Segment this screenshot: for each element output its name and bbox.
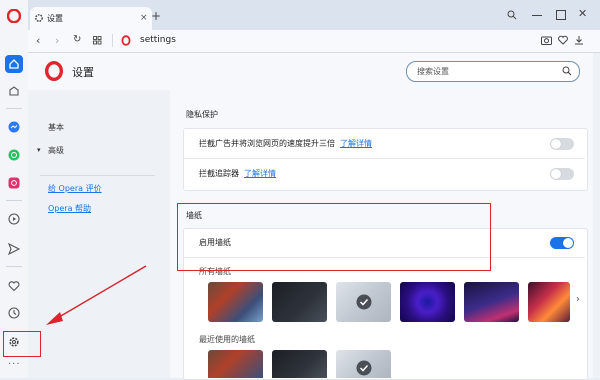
privacy-card (183, 128, 588, 191)
whatsapp-icon (8, 149, 20, 161)
send-icon (8, 243, 20, 255)
address-toolbar: ‹ › ↻ settings (28, 30, 600, 53)
row-divider (184, 158, 585, 159)
chevron-down-icon[interactable]: ▾ (37, 147, 41, 154)
clock-icon (8, 307, 20, 319)
nav-divider (40, 175, 155, 176)
whatsapp-button[interactable] (5, 146, 23, 164)
instagram-icon (8, 177, 20, 189)
reload-button[interactable]: ↻ (73, 35, 81, 45)
next-wallpapers-icon[interactable]: › (576, 295, 580, 305)
player-button[interactable] (5, 210, 23, 228)
search-tabs-icon[interactable] (507, 10, 517, 20)
wallpaper-thumbnail[interactable] (464, 282, 519, 322)
opera-page-icon (121, 35, 131, 46)
nav-item-advanced[interactable]: 高级 (48, 147, 64, 155)
annotation-highlight-box (177, 203, 491, 271)
wallpaper-thumbnail[interactable] (272, 282, 327, 322)
annotation-arrow-icon (46, 265, 147, 325)
opera-help-link[interactable]: Opera 帮助 (48, 205, 91, 213)
recent-wallpaper-thumbnail[interactable] (272, 350, 327, 378)
block-ads-toggle[interactable] (550, 138, 574, 150)
forward-button[interactable]: › (55, 35, 59, 46)
recent-wallpapers-label: 最近使用的墙纸 (199, 335, 255, 344)
block-trackers-toggle[interactable] (550, 168, 574, 180)
search-input[interactable]: 搜索设置 (406, 61, 580, 82)
close-window-button[interactable]: ✕ (578, 8, 587, 19)
annotation-highlight-box (3, 331, 41, 357)
instagram-button[interactable] (5, 174, 23, 192)
search-icon (562, 66, 572, 76)
new-tab-button[interactable]: + (151, 10, 161, 22)
minimize-button[interactable] (532, 15, 542, 16)
wallpaper-thumbnail[interactable] (400, 282, 455, 322)
history-button[interactable] (5, 304, 23, 322)
sidebar-divider (6, 108, 22, 109)
wallpaper-thumbnail[interactable] (208, 282, 263, 322)
toolbar-divider (112, 34, 113, 47)
heart-icon[interactable] (558, 35, 568, 45)
maximize-button[interactable] (556, 10, 566, 20)
scrollbar[interactable] (593, 53, 600, 378)
gear-icon (35, 14, 43, 22)
recent-wallpaper-thumbnail-selected[interactable] (336, 350, 391, 378)
download-icon[interactable] (574, 35, 584, 45)
recent-wallpaper-thumbnail[interactable] (208, 350, 263, 378)
block-ads-label: 拦截广告并将浏览网页的速度提升三倍 (199, 139, 335, 148)
page-title: 设置 (72, 66, 94, 79)
browser-sidebar: ··· (0, 0, 29, 378)
block-trackers-learn-more-link[interactable]: 了解详情 (244, 170, 276, 178)
checkmark-icon (356, 360, 372, 376)
opera-logo-icon (7, 9, 21, 23)
sidebar-divider (6, 266, 22, 267)
opera-menu-button[interactable] (5, 7, 23, 25)
play-circle-icon (8, 213, 20, 225)
enable-wallpaper-toggle[interactable] (550, 237, 574, 249)
tab-title: 设置 (47, 14, 63, 23)
wallpaper-thumbnail[interactable] (528, 282, 570, 322)
cube-icon (9, 86, 19, 96)
settings-nav (28, 90, 170, 378)
bookmarks-button[interactable] (5, 277, 23, 295)
home-icon (9, 59, 19, 69)
block-ads-learn-more-link[interactable]: 了解详情 (340, 140, 372, 148)
address-field[interactable]: settings (140, 36, 176, 45)
nav-item-basic[interactable]: 基本 (48, 124, 64, 132)
send-button[interactable] (5, 240, 23, 258)
search-placeholder: 搜索设置 (417, 67, 449, 76)
camera-icon[interactable] (541, 35, 552, 45)
privacy-heading: 隐私保护 (186, 110, 218, 119)
my-flow-button[interactable] (5, 82, 23, 100)
messenger-button[interactable] (5, 118, 23, 136)
more-icon[interactable]: ··· (8, 360, 21, 370)
rate-opera-link[interactable]: 给 Opera 评价 (48, 185, 102, 193)
heart-icon (8, 281, 20, 292)
toggle-knob (551, 139, 561, 149)
sidebar-divider (6, 200, 22, 201)
wallpaper-thumbnail-selected[interactable] (336, 282, 391, 322)
toggle-knob (551, 169, 561, 179)
tabs-grid-icon[interactable] (93, 36, 102, 45)
toggle-knob (563, 238, 573, 248)
messenger-icon (8, 121, 20, 133)
tab-settings[interactable]: 设置 × (30, 7, 152, 30)
tab-close-icon[interactable]: × (140, 14, 148, 23)
checkmark-icon (356, 294, 372, 310)
opera-logo-icon (45, 61, 63, 81)
block-trackers-label: 拦截追踪器 (199, 169, 239, 178)
back-button[interactable]: ‹ (36, 35, 40, 46)
speed-dial-button[interactable] (5, 55, 23, 73)
